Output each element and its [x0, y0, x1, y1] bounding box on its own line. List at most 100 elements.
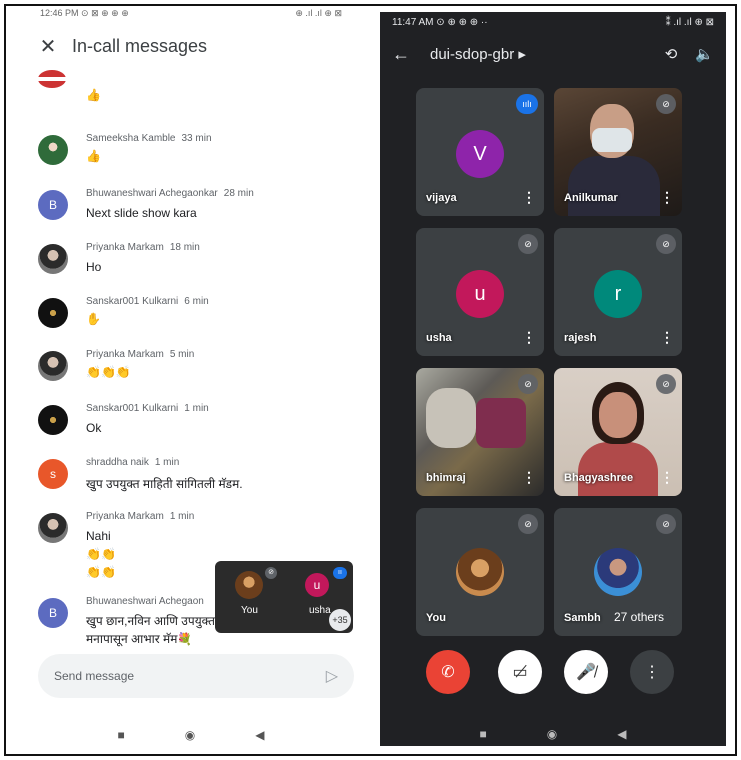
video-face [599, 392, 637, 438]
chat-screen: 12:46 PM ⊙ ⊠ ⊕ ⊕ ⊕ ⊕ .ıl .ıl ⊕ ⊠ ✕ In-ca… [10, 8, 372, 750]
recents-button[interactable]: ■ [118, 728, 125, 742]
participant-name: rajesh [564, 332, 597, 344]
participant-name: vijaya [426, 192, 457, 204]
participant-count-badge: +35 [329, 609, 351, 631]
recents-button[interactable]: ■ [480, 727, 487, 741]
mic-off-icon: ⊘ [265, 567, 277, 579]
message-meta: shraddha naik 1 min [86, 457, 179, 468]
message-meta: Bhuwaneshwari Achegaonkar 28 min [86, 188, 254, 199]
participant-tile[interactable]: ⊘ Anilkumar ⋮ [554, 88, 682, 216]
send-icon[interactable]: ▷ [326, 666, 338, 686]
sender-name: Priyanka Markam [86, 242, 164, 253]
message-text: 👏👏👏 [86, 365, 131, 379]
more-options-button[interactable]: ⋮ [630, 650, 674, 694]
video-body [578, 442, 658, 496]
message-text: Ho [86, 260, 102, 274]
mic-off-icon: ⊘ [656, 234, 676, 254]
participant-tile[interactable]: ⊘ bhimraj ⋮ [416, 368, 544, 496]
system-nav-bar: ■ ◉ ◀ [380, 722, 726, 746]
system-nav-bar: ■ ◉ ◀ [10, 720, 372, 750]
participant-name: Anilkumar [564, 192, 618, 204]
back-button[interactable]: ◀ [617, 727, 626, 741]
status-bar: 12:46 PM ⊙ ⊠ ⊕ ⊕ ⊕ ⊕ .ıl .ıl ⊕ ⊠ [10, 8, 372, 24]
participant-name: usha [426, 332, 452, 344]
message-text: ✋ [86, 312, 101, 326]
home-button[interactable]: ◉ [547, 727, 557, 741]
call-controls: ✆ ▭̸ 🎤̸ ⋮ [380, 650, 726, 702]
message-time: 6 min [184, 296, 209, 307]
sender-name: Priyanka Markam [86, 349, 164, 360]
participant-tile[interactable]: ⊘ You [416, 508, 544, 636]
avatar [38, 513, 68, 543]
message-meta: Sanskar001 Kulkarni 6 min [86, 296, 209, 307]
send-message-input[interactable]: Send message [54, 669, 134, 683]
avatar: r [594, 270, 642, 318]
status-icons: ⁑ .ıl .ıl ⊕ ⊠ [665, 16, 714, 28]
message-text: 👏👏 [86, 565, 116, 579]
message-text: 👏👏 [86, 547, 116, 561]
more-vert-icon[interactable]: ⋮ [660, 469, 674, 486]
mic-off-icon: ⊘ [518, 514, 538, 534]
message-time: 28 min [223, 188, 254, 199]
message-meta: Priyanka Markam 5 min [86, 349, 194, 360]
message-time: 18 min [169, 242, 200, 253]
participant-name: Sambh [564, 612, 601, 624]
camera-off-button[interactable]: ▭̸ [498, 650, 542, 694]
more-vert-icon[interactable]: ⋮ [522, 469, 536, 486]
message-composer[interactable]: Send message ▷ [38, 654, 354, 698]
participant-name: Bhagyashree [564, 472, 634, 484]
sender-name: Bhuwaneshwari Achegaon [86, 596, 204, 607]
speaker-icon[interactable]: 🔈 [695, 45, 714, 63]
avatar: B [38, 190, 68, 220]
message-time: 33 min [181, 133, 212, 144]
more-vert-icon[interactable]: ⋮ [660, 329, 674, 346]
participant-tile[interactable]: V ıılı vijaya ⋮ [416, 88, 544, 216]
more-vert-icon[interactable]: ⋮ [522, 329, 536, 346]
speaking-icon: ıı [333, 567, 347, 579]
avatar [594, 548, 642, 596]
message-text: खुप छान,नविन आणि उपयुक्त [86, 614, 215, 628]
sender-name: Bhuwaneshwari Achegaonkar [86, 188, 218, 199]
mic-off-icon: ⊘ [656, 514, 676, 534]
pip-you-label: You [241, 605, 258, 616]
meeting-header: ← dui-sdop-gbr ▸ ⟲ 🔈 [380, 32, 726, 76]
avatar [38, 244, 68, 274]
avatar [235, 571, 263, 599]
message-meta: Bhuwaneshwari Achegaon [86, 596, 204, 607]
video-blob [476, 398, 526, 448]
picture-in-picture[interactable]: ⊘ You u ıı usha +35 [215, 561, 353, 633]
more-vert-icon[interactable]: ⋮ [660, 189, 674, 206]
avatar: u [305, 573, 329, 597]
arrow-left-icon[interactable]: ← [392, 44, 416, 65]
participant-tile[interactable]: ⊘ Bhagyashree ⋮ [554, 368, 682, 496]
mic-off-icon: ⊘ [518, 374, 538, 394]
chat-header: ✕ In-call messages [10, 24, 372, 68]
camera-switch-icon[interactable]: ⟲ [665, 45, 678, 63]
sender-name: Sameeksha Kamble [86, 133, 176, 144]
avatar: B [38, 598, 68, 628]
participant-tile[interactable]: u ⊘ usha ⋮ [416, 228, 544, 356]
meeting-code[interactable]: dui-sdop-gbr ▸ [430, 45, 647, 63]
more-vert-icon[interactable]: ⋮ [522, 189, 536, 206]
message-meta: Sameeksha Kamble 33 min [86, 133, 212, 144]
participant-tile[interactable]: r ⊘ rajesh ⋮ [554, 228, 682, 356]
speaking-icon: ıılı [516, 94, 538, 114]
message-text: Nahi [86, 529, 111, 543]
avatar: s [38, 459, 68, 489]
pip-usha-label: usha [309, 605, 331, 616]
avatar [38, 135, 68, 165]
home-button[interactable]: ◉ [185, 728, 195, 742]
message-text: 👍 [86, 149, 101, 163]
avatar [38, 405, 68, 435]
avatar [38, 70, 66, 88]
end-call-button[interactable]: ✆ [426, 650, 470, 694]
back-button[interactable]: ◀ [255, 728, 264, 742]
mic-off-icon: ⊘ [656, 94, 676, 114]
close-icon[interactable]: ✕ [38, 34, 58, 59]
mic-off-button[interactable]: 🎤̸ [564, 650, 608, 694]
message-time: 5 min [169, 349, 195, 360]
others-badge[interactable]: 27 others [604, 604, 675, 630]
avatar [38, 351, 68, 381]
page-title: In-call messages [72, 35, 208, 56]
sender-name: Sanskar001 Kulkarni [86, 403, 179, 414]
